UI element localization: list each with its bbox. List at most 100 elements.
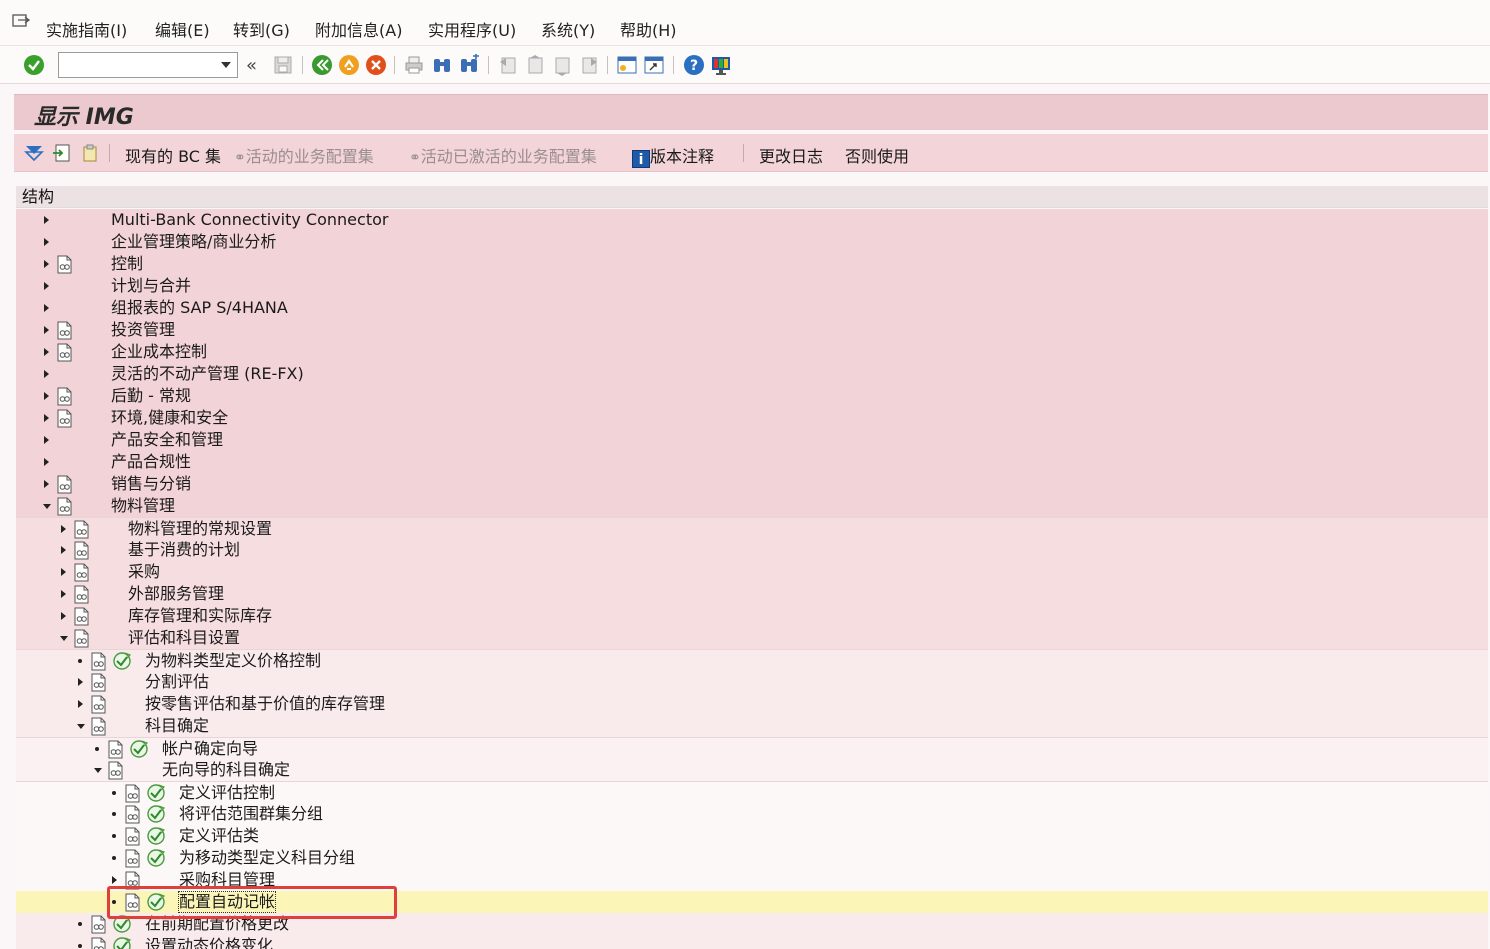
create-session-icon[interactable] bbox=[616, 54, 638, 76]
tree-node-label[interactable]: 环境,健康和安全 bbox=[111, 408, 228, 428]
expand-arrow-icon[interactable] bbox=[44, 304, 49, 312]
find-next-icon[interactable] bbox=[458, 54, 480, 76]
tree-node-label[interactable]: 评估和科目设置 bbox=[128, 628, 240, 648]
tree-node-label[interactable]: 销售与分销 bbox=[111, 474, 191, 494]
menu-item-help[interactable]: 帮助(H) bbox=[620, 17, 677, 41]
check-icon[interactable] bbox=[23, 54, 45, 76]
documentation-icon[interactable] bbox=[56, 343, 74, 362]
tree-node-label[interactable]: 为物料类型定义价格控制 bbox=[145, 651, 321, 671]
clipboard-icon[interactable] bbox=[80, 143, 100, 163]
tree-node[interactable]: 产品安全和管理 bbox=[16, 429, 1488, 451]
tree-node[interactable]: 产品合规性 bbox=[16, 451, 1488, 473]
expand-arrow-icon[interactable] bbox=[44, 392, 49, 400]
expand-arrow-icon[interactable] bbox=[112, 876, 117, 884]
collapse-arrow-icon[interactable] bbox=[43, 504, 51, 509]
current-bc-sets-button[interactable]: 现有的 BC 集 bbox=[125, 143, 221, 167]
documentation-icon[interactable] bbox=[90, 717, 108, 736]
tree-node[interactable]: 将评估范围群集分组 bbox=[16, 803, 1488, 825]
tree-node[interactable]: 企业成本控制 bbox=[16, 341, 1488, 363]
tree-node[interactable]: 为移动类型定义科目分组 bbox=[16, 847, 1488, 869]
documentation-icon[interactable] bbox=[73, 520, 91, 539]
documentation-icon[interactable] bbox=[56, 387, 74, 406]
expand-arrow-icon[interactable] bbox=[44, 260, 49, 268]
tree-node[interactable]: 灵活的不动产管理 (RE-FX) bbox=[16, 363, 1488, 385]
expand-arrow-icon[interactable] bbox=[61, 568, 66, 576]
collapse-arrow-icon[interactable] bbox=[60, 636, 68, 641]
tree-node-label[interactable]: 控制 bbox=[111, 254, 143, 274]
tree-node[interactable]: 库存管理和实际库存 bbox=[16, 605, 1488, 627]
tree-node[interactable]: 计划与合并 bbox=[16, 275, 1488, 297]
tree-node-label[interactable]: 将评估范围群集分组 bbox=[179, 804, 323, 824]
tree-node[interactable]: 为物料类型定义价格控制 bbox=[16, 649, 1488, 671]
execute-activity-icon[interactable] bbox=[146, 826, 166, 846]
documentation-icon[interactable] bbox=[73, 629, 91, 648]
tree-node[interactable]: 物料管理的常规设置 bbox=[16, 517, 1488, 539]
menu-toggle-icon[interactable] bbox=[12, 14, 30, 30]
execute-activity-icon[interactable] bbox=[112, 651, 132, 671]
documentation-icon[interactable] bbox=[90, 652, 108, 671]
tree-node[interactable]: 设置动态价格变化 bbox=[16, 935, 1488, 949]
tree-node[interactable]: 定义评估控制 bbox=[16, 781, 1488, 803]
tree-node-label[interactable]: 产品安全和管理 bbox=[111, 430, 223, 450]
tree-node-label[interactable]: 帐户确定向导 bbox=[162, 739, 258, 759]
customize-layout-icon[interactable] bbox=[710, 54, 732, 76]
tree-node-label[interactable]: 灵活的不动产管理 (RE-FX) bbox=[111, 364, 304, 384]
tree-node-label[interactable]: 定义评估类 bbox=[179, 826, 259, 846]
menu-item-edit[interactable]: 编辑(E) bbox=[155, 17, 210, 41]
expand-arrow-icon[interactable] bbox=[44, 348, 49, 356]
chevron-down-icon[interactable] bbox=[221, 62, 231, 68]
execute-activity-icon[interactable] bbox=[146, 804, 166, 824]
tree-node[interactable]: 基于消费的计划 bbox=[16, 539, 1488, 561]
expand-arrow-icon[interactable] bbox=[61, 612, 66, 620]
change-log-button[interactable]: 更改日志 bbox=[759, 143, 823, 167]
menu-item-implementation-guide[interactable]: 实施指南(I) bbox=[46, 17, 127, 41]
tree-node[interactable]: 企业管理策略/商业分析 bbox=[16, 231, 1488, 253]
collapse-arrow-icon[interactable] bbox=[94, 768, 102, 773]
documentation-icon[interactable] bbox=[73, 607, 91, 626]
double-chevron-left-icon[interactable]: « bbox=[246, 55, 257, 76]
expand-arrow-icon[interactable] bbox=[44, 238, 49, 246]
menu-item-extras[interactable]: 附加信息(A) bbox=[315, 17, 402, 41]
documentation-icon[interactable] bbox=[56, 409, 74, 428]
tree-node[interactable]: 销售与分销 bbox=[16, 473, 1488, 495]
documentation-icon[interactable] bbox=[56, 255, 74, 274]
help-icon[interactable]: ? bbox=[683, 54, 705, 76]
tree-node[interactable]: 物料管理 bbox=[16, 495, 1488, 517]
exit-icon[interactable] bbox=[338, 54, 360, 76]
documentation-icon[interactable] bbox=[56, 321, 74, 340]
print-icon[interactable] bbox=[403, 54, 425, 76]
tree-node[interactable]: 评估和科目设置 bbox=[16, 627, 1488, 649]
documentation-icon[interactable] bbox=[90, 695, 108, 714]
documentation-icon[interactable] bbox=[90, 937, 108, 949]
documentation-icon[interactable] bbox=[107, 740, 125, 759]
documentation-icon[interactable] bbox=[56, 497, 74, 516]
execute-activity-icon[interactable] bbox=[146, 848, 166, 868]
tree-node-label[interactable]: 产品合规性 bbox=[111, 452, 191, 472]
tree-node[interactable]: 按零售评估和基于价值的库存管理 bbox=[16, 693, 1488, 715]
documentation-icon[interactable] bbox=[73, 585, 91, 604]
expand-arrow-icon[interactable] bbox=[44, 370, 49, 378]
collapse-arrow-icon[interactable] bbox=[77, 724, 85, 729]
tree-node-label[interactable]: 按零售评估和基于价值的库存管理 bbox=[145, 694, 385, 714]
tree-node-label[interactable]: 外部服务管理 bbox=[128, 584, 224, 604]
tree-node[interactable]: 采购 bbox=[16, 561, 1488, 583]
expand-arrow-icon[interactable] bbox=[78, 678, 83, 686]
documentation-icon[interactable] bbox=[90, 915, 108, 934]
command-input[interactable] bbox=[59, 53, 209, 75]
tree-node[interactable]: 后勤 - 常规 bbox=[16, 385, 1488, 407]
tree-node-label[interactable]: 无向导的科目确定 bbox=[162, 760, 290, 780]
tree-node[interactable]: 投资管理 bbox=[16, 319, 1488, 341]
expand-arrow-icon[interactable] bbox=[44, 414, 49, 422]
menu-item-system[interactable]: 系统(Y) bbox=[541, 17, 595, 41]
execute-activity-icon[interactable] bbox=[146, 783, 166, 803]
tree-node[interactable]: 帐户确定向导 bbox=[16, 737, 1488, 759]
expand-arrow-icon[interactable] bbox=[44, 326, 49, 334]
tree-node-label[interactable]: 物料管理 bbox=[111, 496, 175, 516]
tree-node[interactable]: 定义评估类 bbox=[16, 825, 1488, 847]
otherwise-use-button[interactable]: 否则使用 bbox=[845, 143, 909, 167]
tree-node[interactable]: 外部服务管理 bbox=[16, 583, 1488, 605]
tree-node-label[interactable]: 后勤 - 常规 bbox=[111, 386, 191, 406]
tree-node-label[interactable]: 企业成本控制 bbox=[111, 342, 207, 362]
expand-arrow-icon[interactable] bbox=[61, 590, 66, 598]
expand-arrow-icon[interactable] bbox=[44, 458, 49, 466]
